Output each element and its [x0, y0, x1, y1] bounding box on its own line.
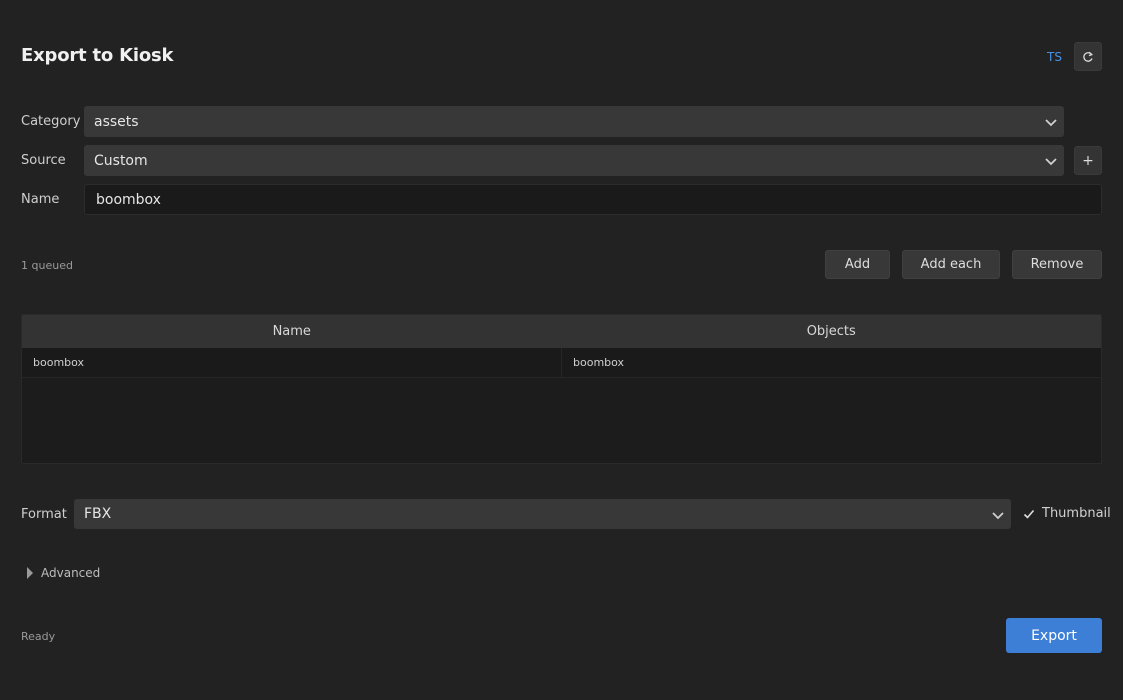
caret-right-icon: [27, 567, 33, 579]
checkmark-icon: [1022, 507, 1036, 521]
remove-button[interactable]: Remove: [1012, 250, 1102, 279]
add-button[interactable]: Add: [825, 250, 890, 279]
thumbnail-checkbox[interactable]: Thumbnail: [1022, 506, 1111, 521]
queue-table: Name Objects boombox boombox: [21, 314, 1102, 464]
table-row[interactable]: boombox boombox: [22, 348, 1101, 378]
queued-count: 1 queued: [21, 259, 73, 272]
cell-name: boombox: [33, 356, 85, 369]
column-header-objects[interactable]: Objects: [562, 315, 1102, 348]
chevron-down-icon: [1045, 158, 1057, 166]
column-header-name[interactable]: Name: [22, 315, 562, 348]
ts-link[interactable]: TS: [1047, 50, 1062, 64]
format-label: Format: [21, 507, 67, 522]
category-select[interactable]: assets: [84, 106, 1064, 137]
thumbnail-label: Thumbnail: [1042, 506, 1111, 521]
status-text: Ready: [21, 630, 56, 643]
source-select[interactable]: Custom: [84, 145, 1064, 176]
refresh-button[interactable]: [1074, 42, 1102, 71]
cell-objects: boombox: [561, 348, 1101, 377]
source-label: Source: [21, 153, 66, 168]
refresh-icon: [1083, 51, 1094, 62]
advanced-toggle[interactable]: Advanced: [25, 566, 100, 580]
table-header: Name Objects: [22, 315, 1101, 348]
export-button[interactable]: Export: [1006, 618, 1102, 653]
chevron-down-icon: [992, 512, 1004, 520]
category-value: assets: [94, 113, 139, 130]
chevron-down-icon: [1045, 119, 1057, 127]
category-label: Category: [21, 114, 81, 129]
export-panel: Export to Kiosk TS Category assets Sourc…: [0, 0, 1123, 700]
name-label: Name: [21, 192, 60, 207]
page-title: Export to Kiosk: [21, 45, 174, 66]
format-select[interactable]: FBX: [74, 499, 1011, 529]
source-value: Custom: [94, 152, 148, 169]
add-source-button[interactable]: +: [1074, 146, 1102, 175]
format-value: FBX: [84, 506, 112, 522]
add-each-button[interactable]: Add each: [902, 250, 1000, 279]
name-input[interactable]: boombox: [84, 184, 1102, 215]
name-input-value: boombox: [96, 191, 161, 208]
advanced-label: Advanced: [41, 566, 101, 580]
